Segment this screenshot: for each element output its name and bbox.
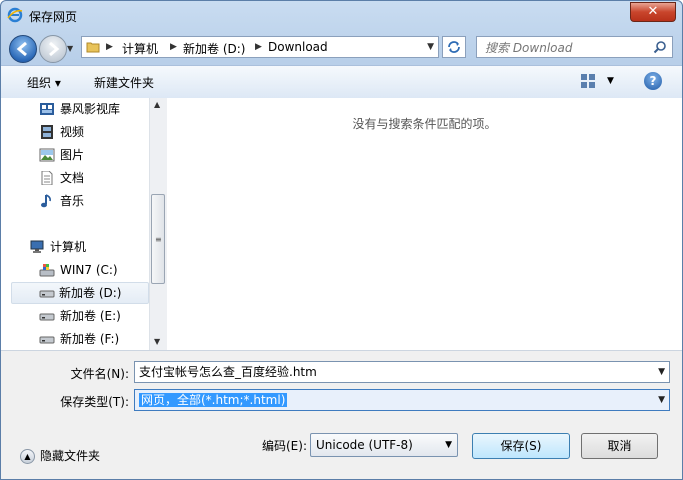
window-title: 保存网页 <box>29 10 78 24</box>
forward-arrow-icon <box>49 41 60 57</box>
film-icon <box>41 125 53 139</box>
sidebar-item-label: 音乐 <box>60 194 85 208</box>
breadcrumb-arrow-icon[interactable]: ▶ <box>170 42 177 52</box>
forward-button[interactable] <box>39 35 67 63</box>
command-toolbar: 组织 ▾ 新建文件夹 ▼ ? <box>1 65 682 99</box>
sidebar-item-drive-e[interactable]: 新加卷 (E:) <box>39 306 145 326</box>
sidebar-item-drive-d[interactable]: 新加卷 (D:) <box>11 282 149 304</box>
sidebar-item-computer[interactable]: 计算机 <box>29 237 145 257</box>
sidebar-item-label: 新加卷 (F:) <box>60 332 120 346</box>
scroll-up-icon[interactable]: ▲ <box>154 100 160 109</box>
navigation-scrollbar[interactable]: ▲ ≡ ▼ <box>149 98 167 350</box>
filename-value: 支付宝帐号怎么查_百度经验.htm <box>139 365 317 379</box>
back-arrow-icon <box>16 41 27 57</box>
sidebar-item-label: 图片 <box>60 148 85 162</box>
collapse-arrow-icon: ▲ <box>20 449 35 464</box>
document-icon <box>41 171 53 185</box>
sidebar-item-label: 新加卷 (E:) <box>60 309 121 323</box>
drive-icon <box>39 336 55 344</box>
sidebar-item-documents[interactable]: 文档 <box>39 168 145 188</box>
picture-icon <box>39 148 55 162</box>
close-button[interactable]: ✕ <box>630 2 676 22</box>
scroll-down-icon[interactable]: ▼ <box>154 337 160 346</box>
organize-menu-button[interactable]: 组织 ▾ <box>27 74 61 91</box>
navigation-pane: 暴风影视库 视频 图片 文档 音乐 计算机 WIN7 (C:) 新加卷 (D:)… <box>1 98 149 350</box>
encoding-dropdown-icon[interactable]: ▼ <box>445 434 452 456</box>
hide-folders-toggle[interactable]: ▲ 隐藏文件夹 <box>20 447 100 464</box>
grip-icon: ≡ <box>155 235 162 244</box>
sidebar-item-label: 文档 <box>60 171 85 185</box>
encoding-value: Unicode (UTF-8) <box>316 438 413 452</box>
file-list[interactable]: 没有与搜索条件匹配的项。 <box>167 98 682 350</box>
encoding-label: 编码(E): <box>262 439 307 453</box>
empty-message: 没有与搜索条件匹配的项。 <box>352 117 497 131</box>
sidebar-item-music[interactable]: 音乐 <box>39 191 145 211</box>
filetype-select[interactable]: 网页，全部(*.htm;*.html) ▼ <box>134 389 670 411</box>
address-dropdown-icon[interactable]: ▼ <box>427 42 434 52</box>
breadcrumb-arrow-icon[interactable]: ▶ <box>255 42 262 52</box>
breadcrumb-arrow-icon[interactable]: ▶ <box>106 42 113 52</box>
filetype-dropdown-icon[interactable]: ▼ <box>658 390 665 410</box>
filename-field[interactable]: 支付宝帐号怎么查_百度经验.htm ▼ <box>134 361 670 383</box>
save-form: 文件名(N): 支付宝帐号怎么查_百度经验.htm ▼ 保存类型(T): 网页，… <box>1 350 682 479</box>
search-input[interactable] <box>483 39 647 57</box>
refresh-button[interactable] <box>442 36 466 58</box>
encoding-select[interactable]: Unicode (UTF-8) ▼ <box>310 433 458 457</box>
cancel-button[interactable]: 取消 <box>581 433 658 459</box>
view-dropdown-icon[interactable]: ▼ <box>607 76 614 86</box>
sidebar-item-label: 视频 <box>60 125 85 139</box>
sidebar-item-label: 计算机 <box>50 240 87 254</box>
view-options-icon <box>581 74 595 88</box>
sidebar-item-video-library[interactable]: 暴风影视库 <box>39 99 145 119</box>
change-view-button[interactable]: ▼ <box>580 73 616 91</box>
music-icon <box>41 194 51 208</box>
help-button[interactable]: ? <box>644 72 662 90</box>
breadcrumb-download[interactable]: Download <box>268 40 328 54</box>
internet-explorer-icon <box>7 7 23 23</box>
folder-icon <box>86 42 100 53</box>
sidebar-item-label: 暴风影视库 <box>60 102 121 116</box>
scroll-thumb[interactable]: ≡ <box>151 194 165 284</box>
sidebar-item-label: 新加卷 (D:) <box>59 286 122 300</box>
breadcrumb-drive-d[interactable]: 新加卷 (D:) <box>183 40 245 57</box>
recent-pages-dropdown[interactable]: ▼ <box>67 44 73 53</box>
save-button[interactable]: 保存(S) <box>472 433 570 459</box>
search-box[interactable] <box>476 36 673 58</box>
sidebar-item-drive-f[interactable]: 新加卷 (F:) <box>39 329 145 349</box>
address-bar[interactable]: ▶ 计算机 ▶ 新加卷 (D:) ▶ Download ▼ <box>81 36 439 58</box>
new-folder-button[interactable]: 新建文件夹 <box>94 74 154 91</box>
filetype-value: 网页，全部(*.htm;*.html) <box>139 393 288 407</box>
filetype-label: 保存类型(T): <box>60 395 129 409</box>
video-library-icon <box>40 103 54 115</box>
save-webpage-dialog: 保存网页 ✕ ▼ ▶ 计算机 ▶ 新加卷 (D:) ▶ Download ▼ 搜… <box>0 0 683 480</box>
sidebar-item-label: WIN7 (C:) <box>60 263 118 277</box>
filename-label: 文件名(N): <box>70 367 129 381</box>
system-drive-icon <box>39 264 55 277</box>
computer-icon <box>30 240 44 253</box>
back-button[interactable] <box>9 35 37 63</box>
sidebar-item-videos[interactable]: 视频 <box>39 122 145 142</box>
search-icon[interactable] <box>653 40 667 54</box>
drive-icon <box>39 290 55 298</box>
filename-dropdown-icon[interactable]: ▼ <box>658 362 665 382</box>
sidebar-item-pictures[interactable]: 图片 <box>39 145 145 165</box>
breadcrumb-computer[interactable]: 计算机 <box>122 40 158 57</box>
browser-content: 暴风影视库 视频 图片 文档 音乐 计算机 WIN7 (C:) 新加卷 (D:)… <box>1 98 682 350</box>
refresh-icon <box>448 41 460 53</box>
drive-icon <box>39 313 55 321</box>
hide-folders-label: 隐藏文件夹 <box>40 449 101 463</box>
title-bar: 保存网页 ✕ <box>1 1 682 31</box>
sidebar-item-drive-c[interactable]: WIN7 (C:) <box>39 260 145 280</box>
navigation-bar: ▼ ▶ 计算机 ▶ 新加卷 (D:) ▶ Download ▼ <box>1 32 682 63</box>
